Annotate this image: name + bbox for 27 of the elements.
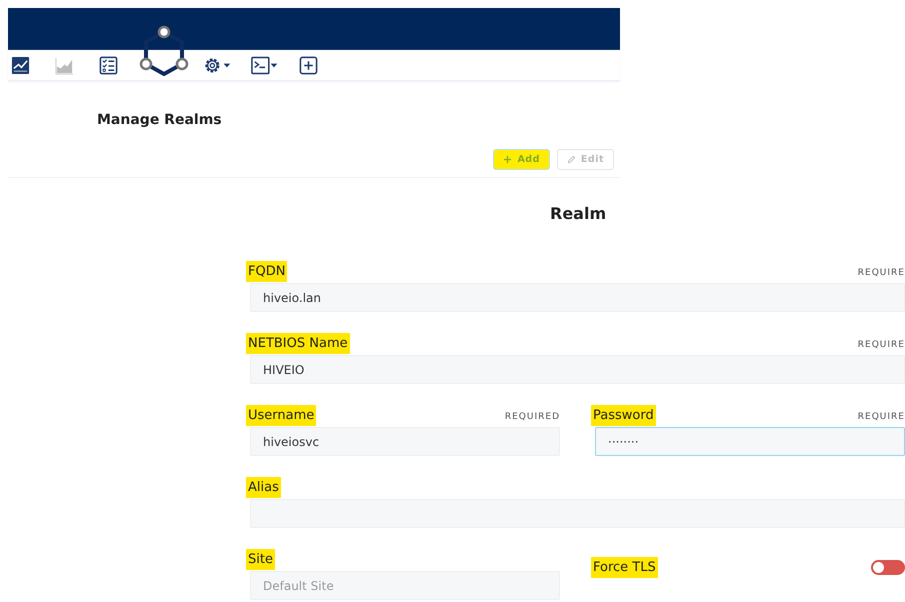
required-note: REQUIRE [858,412,905,424]
required-note: REQUIRE [858,268,905,280]
hexagon-logo-icon[interactable] [137,24,191,76]
field-label: FQDN [246,261,288,282]
field-label: Username [246,405,316,426]
settings-icon[interactable] [203,56,233,74]
required-note: REQUIRED [504,412,560,424]
input-field[interactable]: hiveio.lan [250,283,905,312]
input-field[interactable]: HIVEIO [250,355,905,384]
input-field[interactable] [250,499,905,528]
checklist-icon[interactable] [99,56,118,74]
input-field[interactable]: hiveiosvc [250,427,560,456]
field-label: Alias [246,477,281,498]
toggle-switch[interactable] [871,560,905,574]
plus-icon[interactable] [299,56,318,74]
field-label: Force TLS [591,556,658,578]
input-field[interactable]: ········ [595,427,905,456]
pencil-icon [566,155,576,164]
required-note: REQUIRE [858,340,905,352]
field-label: Site [246,549,275,570]
dashboard-icon[interactable] [11,56,30,74]
page-title: Manage Realms [97,112,222,128]
field-label: Password [591,405,656,426]
input-field[interactable]: Default Site [250,571,560,600]
field-label: NETBIOS Name [246,333,350,354]
form-title: Realm [550,204,606,223]
plus-icon [503,155,512,164]
